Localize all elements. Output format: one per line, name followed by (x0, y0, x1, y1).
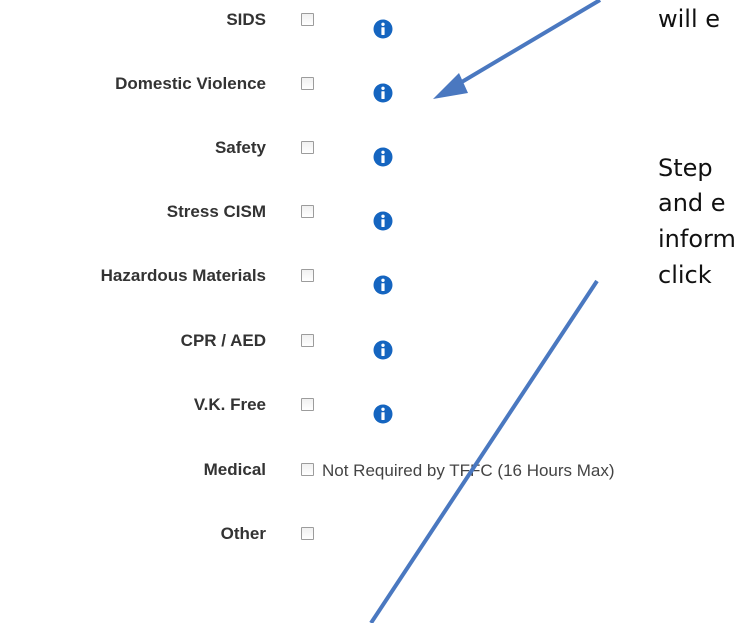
annotation-overlay (369, 0, 602, 623)
callout-arrow-line (453, 0, 602, 88)
arrowhead-icon (433, 73, 468, 99)
callout-pointer-line (369, 279, 599, 623)
